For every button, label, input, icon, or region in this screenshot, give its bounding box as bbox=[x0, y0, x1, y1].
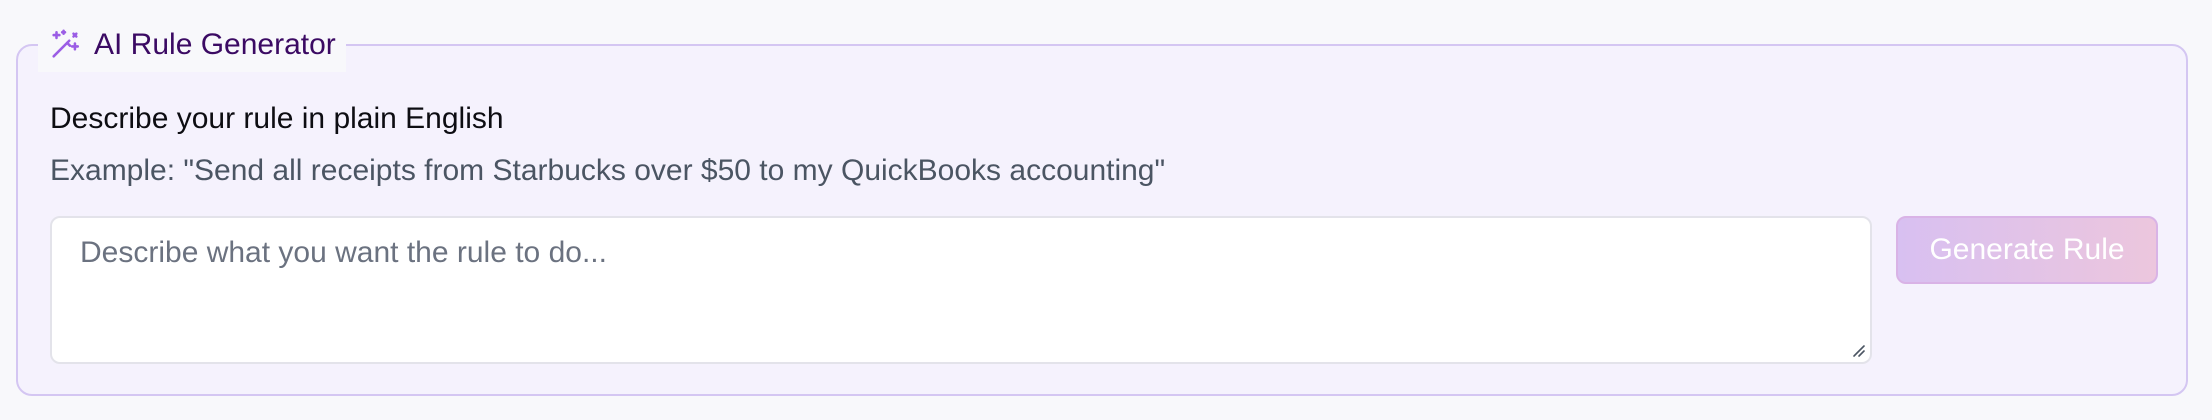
rule-description-heading: Describe your rule in plain English bbox=[50, 102, 504, 135]
example-hint-text: Example: "Send all receipts from Starbuc… bbox=[50, 154, 1166, 187]
resize-handle-icon[interactable] bbox=[1848, 340, 1866, 358]
rule-description-field bbox=[50, 216, 1872, 364]
panel-legend: AI Rule Generator bbox=[38, 18, 346, 72]
rule-description-input[interactable] bbox=[52, 218, 1870, 362]
panel-title: AI Rule Generator bbox=[94, 28, 336, 61]
generate-rule-button[interactable]: Generate Rule bbox=[1896, 216, 2158, 284]
magic-wand-icon bbox=[48, 28, 82, 62]
